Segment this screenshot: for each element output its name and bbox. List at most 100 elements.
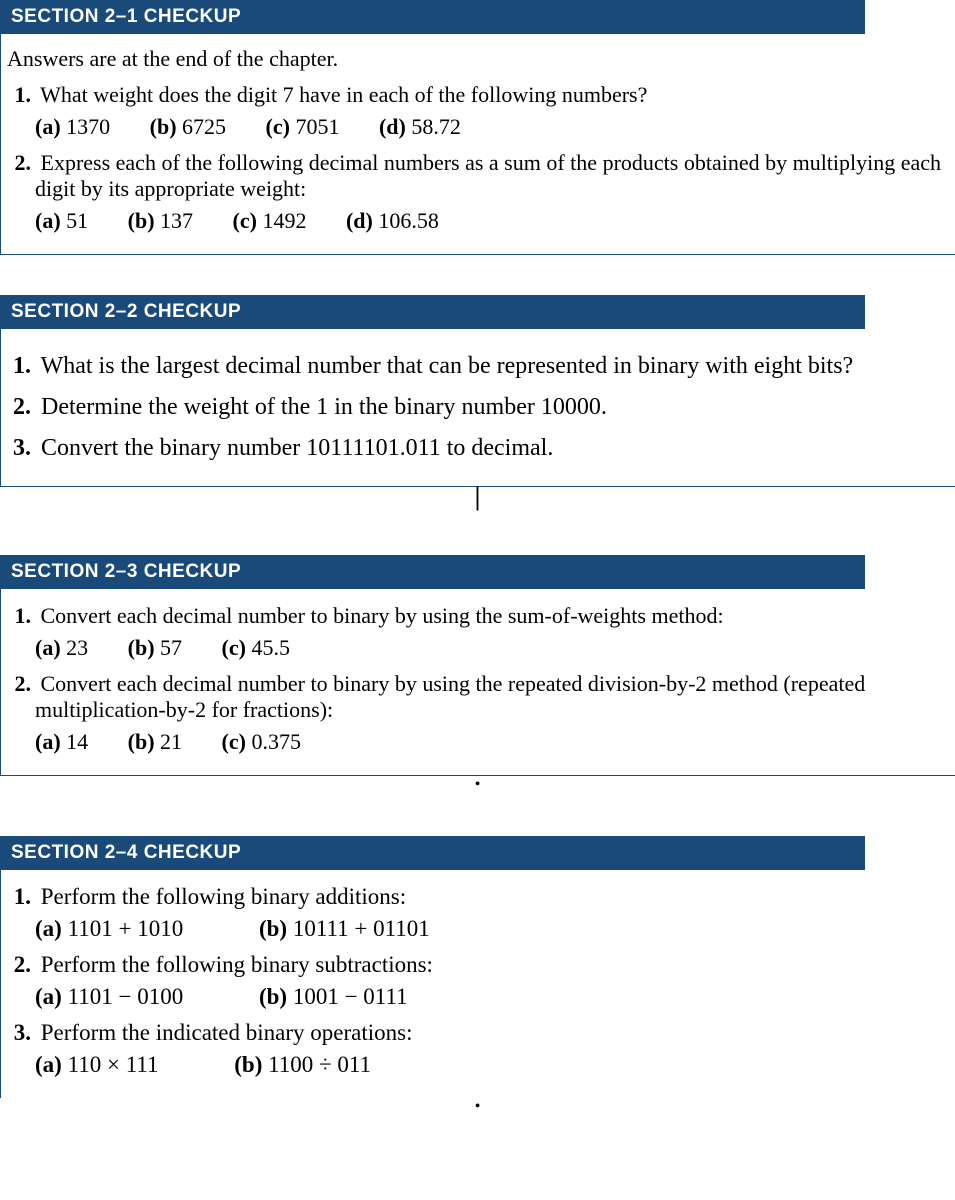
option-value: 23 (66, 635, 88, 660)
section-body: 1. What is the largest decimal number th… (1, 329, 955, 486)
option: (a) 1101 + 1010 (35, 916, 183, 942)
chapter-note: Answers are at the end of the chapter. (7, 46, 949, 72)
option-label: (a) (35, 114, 61, 139)
option: (d) 106.58 (346, 208, 439, 234)
section-box: SECTION 2–2 CHECKUP 1. What is the large… (0, 295, 955, 487)
question: 1. Perform the following binary addition… (35, 884, 949, 910)
option-label: (a) (35, 1052, 62, 1077)
question: 2. Express each of the following decimal… (35, 150, 949, 202)
option: (a) 1101 − 0100 (35, 984, 183, 1010)
option: (b) 57 (128, 635, 182, 661)
question: 3. Convert the binary number 10111101.01… (35, 435, 949, 462)
option-value: 110 × 111 (68, 1052, 159, 1077)
section-box: SECTION 2–1 CHECKUP Answers are at the e… (0, 0, 955, 255)
option: (b) 1001 − 0111 (259, 984, 408, 1010)
option: (a) 14 (35, 729, 88, 755)
options-row: (a) 110 × 111 (b) 1100 ÷ 011 (35, 1052, 949, 1078)
option-label: (c) (266, 114, 290, 139)
question: 1. What is the largest decimal number th… (35, 353, 949, 380)
section-body: 1. Convert each decimal number to binary… (1, 589, 955, 775)
option-value: 1001 − 0111 (293, 984, 408, 1009)
option-value: 10111 + 01101 (293, 916, 430, 941)
option: (b) 10111 + 01101 (259, 916, 430, 942)
option-value: 45.5 (251, 635, 290, 660)
options-row: (a) 23 (b) 57 (c) 45.5 (35, 635, 949, 661)
option-label: (b) (259, 984, 287, 1009)
question-text: What weight does the digit 7 have in eac… (40, 82, 647, 107)
question-number: 2. (7, 952, 31, 978)
question-text: Convert each decimal number to binary by… (35, 671, 865, 722)
option-value: 7051 (295, 114, 339, 139)
option-label: (c) (222, 729, 246, 754)
options-row: (a) 14 (b) 21 (c) 0.375 (35, 729, 949, 755)
option-label: (d) (346, 208, 373, 233)
option-value: 6725 (182, 114, 226, 139)
option: (c) 7051 (266, 114, 340, 140)
question-text: Perform the following binary subtraction… (41, 952, 433, 977)
question-text: Perform the indicated binary operations: (41, 1020, 413, 1045)
option-value: 1101 + 1010 (68, 916, 184, 941)
option-value: 1100 ÷ 011 (268, 1052, 371, 1077)
section-body: Answers are at the end of the chapter. 1… (1, 34, 955, 254)
question-number: 1. (7, 353, 31, 380)
option-value: 51 (66, 208, 88, 233)
option-label: (b) (128, 208, 155, 233)
dot-mark-icon: • (0, 1098, 955, 1118)
section-2-3: SECTION 2–3 CHECKUP 1. Convert each deci… (0, 555, 955, 796)
option-label: (a) (35, 916, 62, 941)
option: (c) 1492 (233, 208, 307, 234)
option: (b) 21 (128, 729, 182, 755)
question-number: 3. (7, 1020, 31, 1046)
section-box: SECTION 2–3 CHECKUP 1. Convert each deci… (0, 555, 955, 776)
question-text: Perform the following binary additions: (41, 884, 406, 909)
option-value: 106.58 (378, 208, 439, 233)
option-label: (a) (35, 208, 61, 233)
section-header: SECTION 2–3 CHECKUP (1, 555, 865, 589)
section-2-1: SECTION 2–1 CHECKUP Answers are at the e… (0, 0, 955, 255)
option: (a) 1370 (35, 114, 110, 140)
option: (d) 58.72 (379, 114, 461, 140)
option-value: 58.72 (411, 114, 461, 139)
option-label: (d) (379, 114, 406, 139)
options-row: (a) 51 (b) 137 (c) 1492 (d) 106.58 (35, 208, 949, 234)
question-number: 1. (7, 884, 31, 910)
section-body: 1. Perform the following binary addition… (1, 870, 955, 1098)
options-row: (a) 1101 + 1010 (b) 10111 + 01101 (35, 916, 949, 942)
option: (b) 1100 ÷ 011 (234, 1052, 371, 1078)
question-text: Convert each decimal number to binary by… (41, 603, 724, 628)
option: (a) 51 (35, 208, 88, 234)
question-number: 1. (7, 82, 31, 108)
option-label: (b) (150, 114, 177, 139)
option-label: (b) (259, 916, 287, 941)
option-value: 21 (160, 729, 182, 754)
cursor-mark-icon: | (0, 487, 955, 515)
options-row: (a) 1101 − 0100 (b) 1001 − 0111 (35, 984, 949, 1010)
option-label: (b) (128, 635, 155, 660)
option-value: 0.375 (251, 729, 301, 754)
option-value: 137 (160, 208, 193, 233)
question: 2. Perform the following binary subtract… (35, 952, 949, 978)
question: 2. Convert each decimal number to binary… (35, 671, 949, 723)
option-value: 1492 (262, 208, 306, 233)
option: (a) 110 × 111 (35, 1052, 159, 1078)
section-header: SECTION 2–1 CHECKUP (1, 0, 865, 34)
question-number: 1. (7, 603, 31, 629)
section-header: SECTION 2–2 CHECKUP (1, 295, 865, 329)
option-value: 1101 − 0100 (68, 984, 184, 1009)
option-label: (a) (35, 984, 62, 1009)
option-label: (c) (233, 208, 257, 233)
question: 2. Determine the weight of the 1 in the … (35, 394, 949, 421)
option-label: (c) (222, 635, 246, 660)
question: 3. Perform the indicated binary operatio… (35, 1020, 949, 1046)
option-label: (b) (128, 729, 155, 754)
options-row: (a) 1370 (b) 6725 (c) 7051 (d) 58.72 (35, 114, 949, 140)
option: (b) 6725 (150, 114, 226, 140)
option-value: 57 (160, 635, 182, 660)
dot-mark-icon: • (0, 776, 955, 796)
question-text: Express each of the following decimal nu… (35, 150, 941, 201)
question-number: 3. (7, 435, 31, 462)
option: (c) 45.5 (222, 635, 290, 661)
question-text: What is the largest decimal number that … (41, 353, 854, 379)
option-value: 14 (66, 729, 88, 754)
option: (b) 137 (128, 208, 193, 234)
